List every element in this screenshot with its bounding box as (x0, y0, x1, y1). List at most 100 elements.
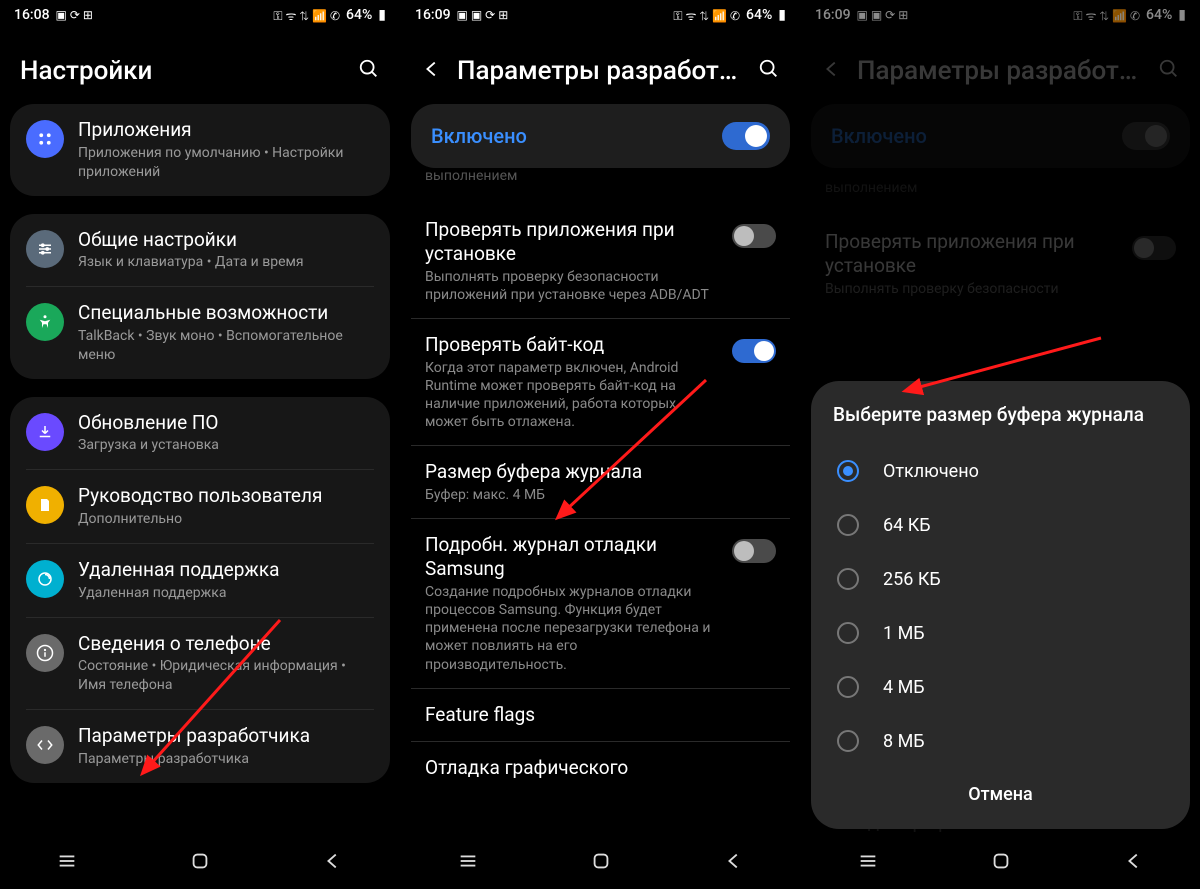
dev-row-feature-flags[interactable]: Feature flags (411, 688, 790, 741)
nav-back[interactable] (322, 850, 344, 876)
header: Параметры разработчи… (401, 30, 800, 104)
nav-back[interactable] (723, 850, 745, 876)
status-right-icons: ⚿ ᯤ ⇅ 📶 ✆ (1073, 7, 1140, 24)
enabled-card[interactable]: Включено (411, 104, 790, 168)
settings-card-apps: Приложения Приложения по умолчанию • Нас… (10, 104, 390, 196)
status-battery: 64% (746, 7, 772, 23)
radio-label: 256 КБ (883, 569, 941, 590)
cancel-button[interactable]: Отмена (833, 768, 1168, 811)
row-sub: Удаленная поддержка (78, 584, 374, 603)
row-sub: Создание подробных журналов отладки проц… (425, 583, 720, 674)
header: Параметры разработчи… (801, 30, 1200, 104)
radio-option[interactable]: 8 МБ (833, 714, 1168, 768)
back-button[interactable] (421, 58, 443, 84)
dev-row-verify-apps: Проверять приложения при установке Выпол… (811, 216, 1190, 312)
row-title: Удаленная поддержка (78, 558, 374, 582)
row-sub: Язык и клавиатура • Дата и время (78, 253, 374, 272)
nav-bar (401, 841, 800, 889)
radio-option[interactable]: 256 КБ (833, 552, 1168, 606)
settings-row-remote[interactable]: Удаленная поддержка Удаленная поддержка (26, 543, 374, 617)
accessibility-icon (26, 303, 64, 341)
screen-buffer-dialog: 16:09 ▣ ▣ ⟳ ⊞ ⚿ ᯤ ⇅ 📶 ✆ 64% ▮ Параметры … (800, 0, 1200, 889)
row-title: Приложения (78, 118, 374, 142)
row-title: Проверять приложения при установке (825, 230, 1120, 278)
radio-option[interactable]: Отключено (833, 444, 1168, 498)
radio-label: 4 МБ (883, 677, 925, 698)
enabled-toggle (1122, 122, 1170, 150)
nav-recent[interactable] (56, 850, 78, 876)
row-title: Проверять приложения при установке (425, 218, 720, 266)
radio-icon (837, 676, 859, 698)
nav-home[interactable] (189, 850, 211, 876)
row-title: Руководство пользователя (78, 484, 374, 508)
toggle-samsung-log[interactable] (732, 539, 776, 563)
back-button (821, 58, 843, 84)
radio-icon (837, 622, 859, 644)
row-title: Сведения о телефоне (78, 632, 374, 656)
header: Настройки (0, 30, 400, 104)
dev-row-verify-bytecode[interactable]: Проверять байт-код Когда этот параметр в… (411, 318, 790, 446)
battery-icon: ▮ (378, 7, 386, 23)
row-sub: Дополнительно (78, 510, 374, 529)
developer-icon (26, 726, 64, 764)
row-sub: Выполнять проверку безопасности (825, 280, 1120, 298)
battery-icon: ▮ (1178, 7, 1186, 23)
update-icon (26, 413, 64, 451)
nav-bar (801, 841, 1200, 889)
enabled-card: Включено (811, 104, 1190, 168)
clipped-text: выполнением (401, 168, 800, 190)
radio-option[interactable]: 1 МБ (833, 606, 1168, 660)
dev-row-verify-apps[interactable]: Проверять приложения при установке Выпол… (411, 204, 790, 318)
dev-row-log-buffer[interactable]: Размер буфера журнала Буфер: макс. 4 МБ (411, 445, 790, 518)
radio-option[interactable]: 4 МБ (833, 660, 1168, 714)
search-button[interactable] (358, 58, 380, 84)
settings-row-update[interactable]: Обновление ПО Загрузка и установка (10, 397, 390, 470)
settings-row-manual[interactable]: Руководство пользователя Дополнительно (26, 469, 374, 543)
dev-row-samsung-log[interactable]: Подробн. журнал отладки Samsung Создание… (411, 518, 790, 687)
enabled-label: Включено (831, 124, 927, 148)
row-title: Общие настройки (78, 228, 374, 252)
nav-home[interactable] (990, 850, 1012, 876)
search-button[interactable] (758, 58, 780, 84)
radio-label: 8 МБ (883, 731, 925, 752)
row-sub: Приложения по умолчанию • Настройки прил… (78, 144, 374, 182)
sheet-title: Выберите размер буфера журнала (833, 403, 1168, 426)
radio-icon (837, 568, 859, 590)
enabled-toggle[interactable] (722, 122, 770, 150)
row-sub: Когда этот параметр включен, Android Run… (425, 359, 720, 432)
row-sub: Выполнять проверку безопасности приложен… (425, 268, 720, 304)
nav-bar (0, 841, 400, 889)
nav-back[interactable] (1123, 850, 1145, 876)
status-time: 16:08 (14, 7, 50, 23)
info-icon (26, 634, 64, 672)
row-sub: Буфер: макс. 4 МБ (425, 486, 776, 504)
radio-label: 64 КБ (883, 515, 931, 536)
radio-icon (837, 460, 859, 482)
status-right-icons: ⚿ ᯤ ⇅ 📶 ✆ (273, 7, 340, 24)
row-title: Проверять байт-код (425, 333, 720, 357)
settings-row-about[interactable]: Сведения о телефоне Состояние • Юридичес… (26, 617, 374, 710)
settings-row-developer[interactable]: Параметры разработчика Параметры разрабо… (26, 709, 374, 783)
settings-row-general[interactable]: Общие настройки Язык и клавиатура • Дата… (10, 214, 390, 287)
page-title: Параметры разработчи… (857, 56, 1144, 86)
status-left-icons: ▣ ▣ ⟳ ⊞ (857, 8, 909, 22)
nav-home[interactable] (590, 850, 612, 876)
nav-recent[interactable] (457, 850, 479, 876)
status-battery: 64% (1146, 7, 1172, 23)
nav-recent[interactable] (857, 850, 879, 876)
toggle (1132, 236, 1176, 260)
screen-dev-options: 16:09 ▣ ▣ ⟳ ⊞ ⚿ ᯤ ⇅ 📶 ✆ 64% ▮ Параметры … (400, 0, 800, 889)
dev-row-gpu-debug[interactable]: Отладка графического (411, 741, 790, 794)
settings-row-accessibility[interactable]: Специальные возможности TalkBack • Звук … (26, 286, 374, 379)
settings-row-apps[interactable]: Приложения Приложения по умолчанию • Нас… (10, 104, 390, 196)
status-bar: 16:08 ▣ ⟳ ⊞ ⚿ ᯤ ⇅ 📶 ✆ 64% ▮ (0, 0, 400, 30)
row-sub: Загрузка и установка (78, 436, 374, 455)
row-title: Размер буфера журнала (425, 460, 776, 484)
toggle-verify-bytecode[interactable] (732, 339, 776, 363)
radio-option[interactable]: 64 КБ (833, 498, 1168, 552)
battery-icon: ▮ (778, 7, 786, 23)
row-title: Feature flags (425, 703, 776, 727)
radio-icon (837, 730, 859, 752)
status-bar: 16:09 ▣ ▣ ⟳ ⊞ ⚿ ᯤ ⇅ 📶 ✆ 64% ▮ (401, 0, 800, 30)
toggle-verify-apps[interactable] (732, 224, 776, 248)
